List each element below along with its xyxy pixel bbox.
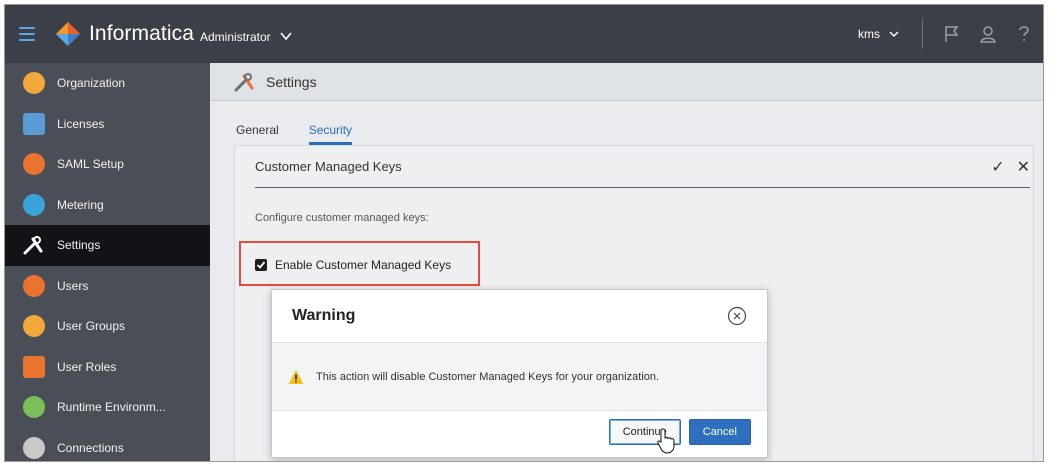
sidebar-item-connections[interactable]: Connections xyxy=(5,428,210,462)
user-menu[interactable]: kms xyxy=(858,27,900,41)
tab-bar: General Security xyxy=(210,101,1043,145)
top-bar: Informatica Administrator kms xyxy=(5,5,1043,63)
tab-security[interactable]: Security xyxy=(308,123,353,145)
warning-dialog: Warning This action will disable Custome… xyxy=(271,289,768,458)
sidebar-item-label: Licenses xyxy=(57,116,105,131)
connections-icon xyxy=(23,436,45,459)
checkbox-label: Enable Customer Managed Keys xyxy=(275,258,452,272)
warning-icon xyxy=(288,369,304,384)
informatica-logo-icon xyxy=(56,22,80,46)
sidebar: Organization Licenses SAML Setup Metering Se… xyxy=(5,63,210,462)
user-groups-icon xyxy=(23,315,45,338)
sidebar-item-label: Users xyxy=(57,278,89,293)
users-icon xyxy=(23,274,45,297)
sidebar-item-user-groups[interactable]: User Groups xyxy=(5,306,210,347)
sidebar-item-label: Connections xyxy=(57,440,124,455)
close-icon[interactable]: ✕ xyxy=(1017,157,1030,177)
sidebar-item-runtime[interactable]: Runtime Environm... xyxy=(5,387,210,428)
licenses-icon xyxy=(23,112,45,135)
dialog-body: This action will disable Customer Manage… xyxy=(272,343,767,411)
sidebar-item-label: Runtime Environm... xyxy=(57,400,166,415)
sidebar-item-metering[interactable]: Metering xyxy=(5,185,210,226)
user-name: kms xyxy=(858,27,880,41)
organization-icon xyxy=(23,72,45,95)
sidebar-item-label: User Roles xyxy=(57,359,117,374)
settings-icon xyxy=(23,234,45,256)
sidebar-item-settings[interactable]: Settings xyxy=(5,225,210,266)
close-circle-icon[interactable] xyxy=(727,306,747,326)
panel-header: Customer Managed Keys ✓ ✕ xyxy=(255,146,1030,188)
panel-description: Configure customer managed keys: xyxy=(255,212,429,224)
sidebar-item-label: SAML Setup xyxy=(57,157,124,172)
checkbox-checked-icon[interactable] xyxy=(255,259,267,271)
divider xyxy=(922,19,923,49)
sidebar-item-user-roles[interactable]: User Roles xyxy=(5,347,210,388)
page-header: Settings xyxy=(210,63,1043,101)
metering-icon xyxy=(23,193,45,216)
dialog-title: Warning xyxy=(292,307,356,324)
sidebar-item-organization[interactable]: Organization xyxy=(5,63,210,104)
dialog-header: Warning xyxy=(272,290,767,343)
app-name: Administrator xyxy=(199,30,271,44)
sidebar-item-saml[interactable]: SAML Setup xyxy=(5,144,210,185)
sidebar-item-label: Metering xyxy=(57,197,104,212)
panel-title: Customer Managed Keys xyxy=(255,159,402,174)
saml-icon xyxy=(23,153,45,176)
sidebar-item-licenses[interactable]: Licenses xyxy=(5,104,210,145)
sidebar-item-users[interactable]: Users xyxy=(5,266,210,307)
cancel-button[interactable]: Cancel xyxy=(688,419,751,445)
runtime-icon xyxy=(23,396,45,419)
dialog-footer: Continue Cancel xyxy=(608,419,751,445)
chevron-down-icon[interactable] xyxy=(279,29,293,43)
save-check-icon[interactable]: ✓ xyxy=(991,157,1004,177)
chevron-down-icon xyxy=(889,31,899,38)
sidebar-item-label: Organization xyxy=(57,76,126,91)
menu-icon[interactable] xyxy=(19,27,35,41)
sidebar-item-label: Settings xyxy=(57,238,101,253)
settings-tools-icon xyxy=(234,72,254,91)
dialog-message: This action will disable Customer Manage… xyxy=(316,370,659,383)
brand-name: Informatica xyxy=(89,22,194,45)
top-right-controls: kms xyxy=(858,5,1043,63)
page-title: Settings xyxy=(266,73,317,90)
help-icon[interactable] xyxy=(1013,23,1035,45)
app-window: Informatica Administrator kms Organizati… xyxy=(4,4,1044,462)
user-roles-icon xyxy=(23,355,45,378)
flag-icon[interactable] xyxy=(941,23,963,45)
enable-cmk-checkbox[interactable]: Enable Customer Managed Keys xyxy=(255,258,451,272)
profile-icon[interactable] xyxy=(977,23,999,45)
tab-general[interactable]: General xyxy=(236,123,279,145)
panel-actions: ✓ ✕ xyxy=(991,157,1030,177)
hand-cursor-icon xyxy=(657,428,675,454)
sidebar-item-label: User Groups xyxy=(57,319,126,334)
